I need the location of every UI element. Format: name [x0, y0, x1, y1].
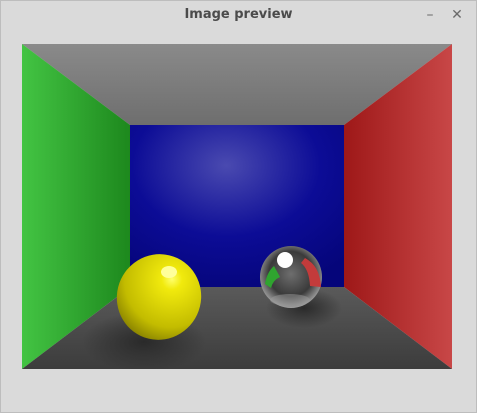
cornell-box-render — [22, 44, 452, 369]
minimize-icon[interactable]: – — [420, 5, 440, 25]
image-preview-window: Image preview – ✕ — [0, 0, 477, 413]
yellow-highlight — [161, 266, 177, 278]
close-icon[interactable]: ✕ — [447, 5, 467, 25]
chrome-floor-reflection — [270, 294, 310, 306]
window-title: Image preview — [184, 7, 293, 22]
title-bar[interactable]: Image preview – ✕ — [1, 1, 476, 29]
rendered-image — [22, 44, 452, 369]
chrome-highlight — [277, 252, 293, 268]
